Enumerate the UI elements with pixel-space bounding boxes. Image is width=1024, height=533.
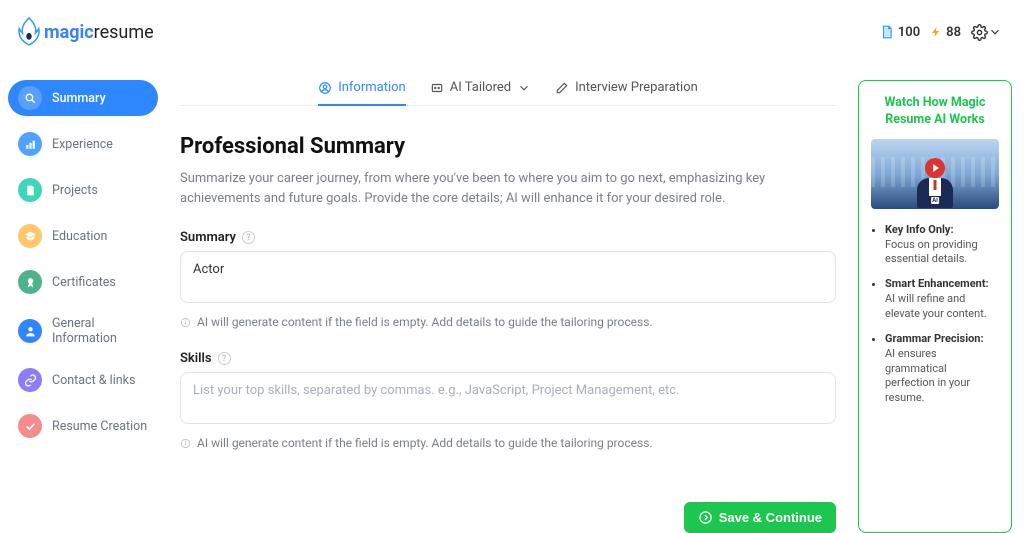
save-continue-button[interactable]: Save & Continue bbox=[684, 502, 836, 533]
sidebar-item-contact[interactable]: Contact & links bbox=[8, 362, 158, 398]
tip-item: Smart Enhancement:AI will refine and ele… bbox=[885, 277, 999, 322]
app-header: magicresume 100 88 bbox=[0, 0, 1024, 64]
sidebar-item-projects[interactable]: Projects bbox=[8, 172, 158, 208]
doc-credit-value: 100 bbox=[898, 25, 920, 40]
check-icon bbox=[18, 414, 42, 438]
help-icon[interactable]: ? bbox=[218, 352, 231, 365]
logo-text-1: magic bbox=[44, 22, 94, 43]
demo-video[interactable]: AI bbox=[871, 139, 999, 209]
info-icon bbox=[180, 317, 191, 328]
play-icon bbox=[925, 158, 945, 178]
settings-button[interactable] bbox=[971, 24, 1002, 41]
tab-label: AI Tailored bbox=[450, 80, 511, 95]
tab-information[interactable]: Information bbox=[318, 80, 406, 95]
sidebar-item-label: Projects bbox=[52, 183, 98, 198]
tab-ai-tailored[interactable]: AI Tailored bbox=[430, 80, 531, 95]
skills-input[interactable] bbox=[180, 372, 836, 424]
arrow-circle-icon bbox=[698, 510, 713, 525]
doc-credits[interactable]: 100 bbox=[880, 25, 920, 40]
gear-icon bbox=[971, 24, 988, 41]
document-icon bbox=[18, 178, 42, 202]
sidebar-item-label: Summary bbox=[52, 91, 106, 106]
sidebar: Summary Experience Projects Education Ce… bbox=[8, 80, 158, 533]
sidebar-item-label: Resume Creation bbox=[52, 419, 147, 434]
section-description: Summarize your career journey, from wher… bbox=[180, 169, 836, 208]
logo-text-2: resume bbox=[94, 22, 154, 43]
section-title: Professional Summary bbox=[180, 134, 836, 159]
tip-item: Grammar Precision:AI ensures grammatical… bbox=[885, 332, 999, 406]
summary-field: Summary ? AI will generate content if th… bbox=[180, 230, 836, 329]
tabs: Information AI Tailored Interview Prepar… bbox=[180, 80, 836, 106]
sidebar-item-label: Contact & links bbox=[52, 373, 135, 388]
sidebar-item-experience[interactable]: Experience bbox=[8, 126, 158, 162]
app-logo[interactable]: magicresume bbox=[16, 16, 154, 48]
magnify-icon bbox=[18, 86, 42, 110]
app-body: Summary Experience Projects Education Ce… bbox=[0, 64, 1024, 533]
sidebar-item-label: Certificates bbox=[52, 275, 116, 290]
tab-label: Interview Preparation bbox=[575, 80, 698, 95]
sidebar-item-creation[interactable]: Resume Creation bbox=[8, 408, 158, 444]
edit-icon bbox=[555, 81, 569, 95]
sidebar-item-summary[interactable]: Summary bbox=[8, 80, 158, 116]
tab-label: Information bbox=[338, 80, 406, 95]
header-right: 100 88 bbox=[880, 24, 1002, 41]
tip-item: Key Info Only:Focus on providing essenti… bbox=[885, 223, 999, 268]
chevron-down-icon bbox=[517, 81, 531, 95]
skills-hint: AI will generate content if the field is… bbox=[180, 436, 836, 450]
skills-field: Skills ? AI will generate content if the… bbox=[180, 351, 836, 450]
document-icon bbox=[880, 25, 894, 39]
help-icon[interactable]: ? bbox=[242, 231, 255, 244]
help-panel: Watch How Magic Resume AI Works AI Key I… bbox=[858, 80, 1012, 533]
sidebar-item-label: Education bbox=[52, 229, 107, 244]
flame-icon bbox=[16, 16, 42, 48]
summary-label: Summary ? bbox=[180, 230, 836, 245]
bolt-icon bbox=[930, 25, 942, 39]
sparkle-icon bbox=[430, 81, 444, 95]
sidebar-item-education[interactable]: Education bbox=[8, 218, 158, 254]
help-panel-title: Watch How Magic Resume AI Works bbox=[871, 95, 999, 129]
main-content: Information AI Tailored Interview Prepar… bbox=[180, 80, 836, 533]
summary-hint: AI will generate content if the field is… bbox=[180, 315, 836, 329]
info-icon bbox=[180, 438, 191, 449]
sidebar-item-general[interactable]: General Information bbox=[8, 310, 158, 352]
tips-list: Key Info Only:Focus on providing essenti… bbox=[871, 223, 999, 406]
link-icon bbox=[18, 368, 42, 392]
save-row: Save & Continue bbox=[180, 502, 836, 533]
skills-label: Skills ? bbox=[180, 351, 836, 366]
user-circle-icon bbox=[318, 81, 332, 95]
bolt-credit-value: 88 bbox=[946, 25, 961, 40]
user-icon bbox=[18, 319, 42, 343]
chevron-down-icon bbox=[988, 25, 1002, 39]
sidebar-item-certificates[interactable]: Certificates bbox=[8, 264, 158, 300]
graduation-icon bbox=[18, 224, 42, 248]
sidebar-item-label: Experience bbox=[52, 137, 113, 152]
bars-icon bbox=[18, 132, 42, 156]
badge-icon bbox=[18, 270, 42, 294]
sidebar-item-label: General Information bbox=[52, 316, 148, 346]
tab-interview[interactable]: Interview Preparation bbox=[555, 80, 698, 95]
summary-input[interactable] bbox=[180, 251, 836, 303]
bolt-credits[interactable]: 88 bbox=[930, 25, 961, 40]
